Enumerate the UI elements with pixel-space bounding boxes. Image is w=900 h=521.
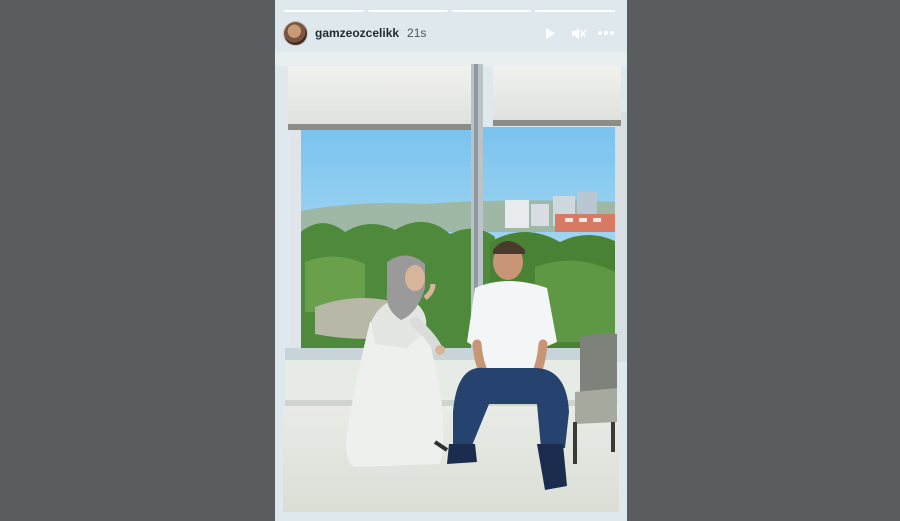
play-button[interactable] [541, 24, 559, 42]
progress-segment [535, 10, 615, 12]
more-options-icon [598, 31, 614, 35]
progress-segment [284, 10, 364, 12]
more-options-button[interactable] [597, 24, 615, 42]
story-photo [275, 52, 627, 521]
window-view [295, 127, 621, 355]
story-header: gamzeozcelikk 21s [283, 20, 619, 46]
story-controls [541, 24, 619, 42]
username[interactable]: gamzeozcelikk [315, 26, 399, 40]
progress-segment [451, 10, 532, 12]
avatar[interactable] [283, 20, 308, 46]
story-viewer: gamzeozcelikk 21s [275, 0, 627, 521]
story-progress-bar [284, 10, 615, 13]
timestamp: 21s [407, 26, 427, 40]
mute-button[interactable] [569, 24, 587, 42]
progress-segment [367, 10, 448, 12]
play-icon [546, 27, 555, 39]
speaker-muted-icon [571, 27, 586, 39]
